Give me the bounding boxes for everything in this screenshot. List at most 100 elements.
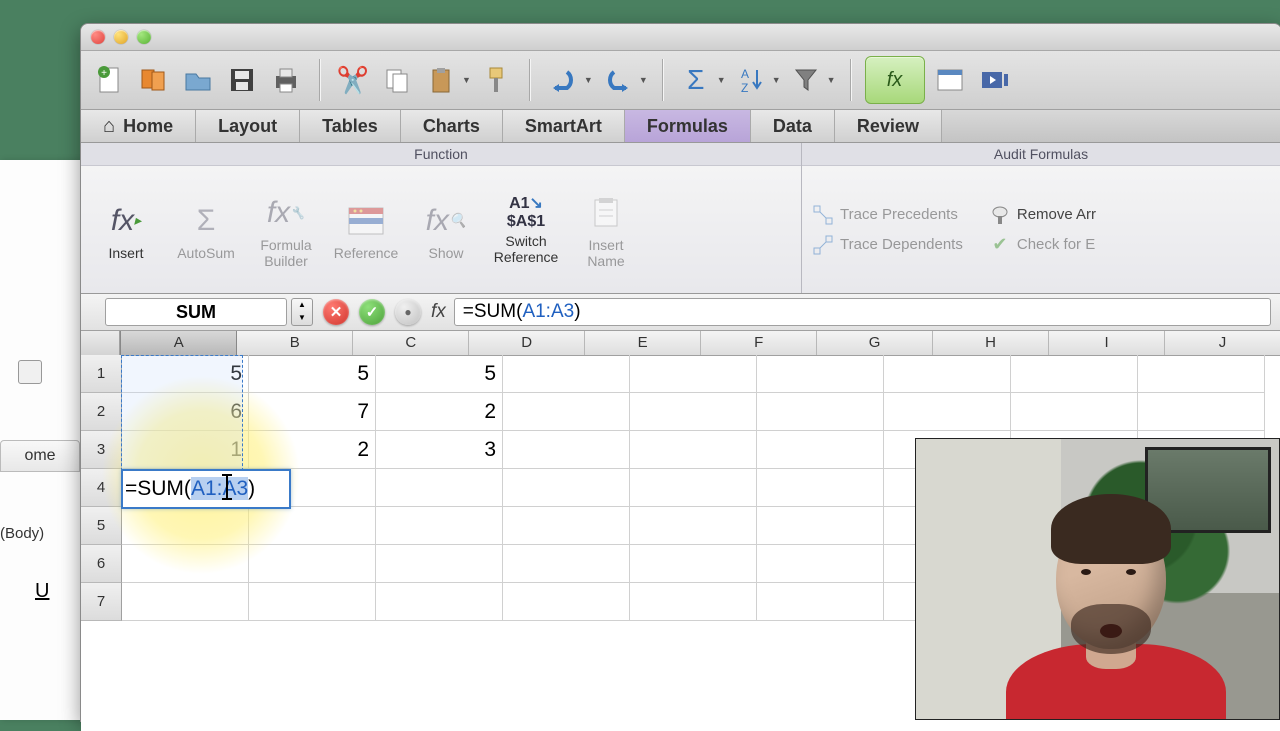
bg-font-body: (Body)	[0, 525, 44, 542]
show-toolbox-icon[interactable]	[931, 61, 969, 99]
row-3[interactable]: 3	[81, 431, 122, 469]
filter-icon[interactable]	[787, 61, 825, 99]
minimize-traffic-light[interactable]	[114, 30, 128, 44]
cell-C3[interactable]: 3	[376, 431, 503, 469]
autosum-label: AutoSum	[177, 245, 235, 261]
row-1[interactable]: 1	[81, 355, 122, 393]
check-errors-button[interactable]: ✔ Check for E	[989, 234, 1096, 256]
row-7[interactable]: 7	[81, 583, 122, 621]
switch-reference-button[interactable]: A1↘$A$1 Switch Reference	[491, 195, 561, 265]
ribbon-group-audit: Audit Formulas	[802, 143, 1280, 166]
new-doc-icon[interactable]: +	[91, 61, 129, 99]
name-box[interactable]: SUM	[105, 298, 287, 326]
tab-review[interactable]: Review	[835, 110, 942, 142]
row-4[interactable]: 4	[81, 469, 122, 507]
cell-E2[interactable]	[630, 393, 757, 431]
paste-icon[interactable]	[422, 61, 460, 99]
switch-label: Switch Reference	[494, 233, 559, 265]
cell-A2[interactable]: 6	[122, 393, 249, 431]
cell-F3[interactable]	[757, 431, 884, 469]
reference-button[interactable]: Reference	[331, 199, 401, 261]
row-5[interactable]: 5	[81, 507, 122, 545]
trace-precedents-button[interactable]: Trace Precedents	[812, 204, 963, 226]
editing-cell[interactable]: =SUM(A1:A3)	[121, 469, 291, 509]
col-J[interactable]: J	[1165, 331, 1280, 355]
tab-data[interactable]: Data	[751, 110, 835, 142]
insert-name-button[interactable]: Insert Name	[571, 191, 641, 269]
tab-home[interactable]: Home	[81, 110, 196, 142]
svg-text:A: A	[741, 67, 749, 81]
cell-D3[interactable]	[503, 431, 630, 469]
cell-C1[interactable]: 5	[376, 355, 503, 393]
cell-F4[interactable]	[757, 469, 884, 507]
tab-smartart[interactable]: SmartArt	[503, 110, 625, 142]
reference-label: Reference	[334, 245, 399, 261]
undo-icon[interactable]	[544, 61, 582, 99]
col-B[interactable]: B	[237, 331, 353, 355]
trace-dependents-button[interactable]: Trace Dependents	[812, 234, 963, 256]
toggle-formula-button[interactable]: ●	[395, 299, 421, 325]
quick-access-toolbar: + ✂️ ▼ ▼ ▼ Σ▼ AZ▼ ▼ fx	[81, 51, 1280, 110]
autosum-toolbar-icon[interactable]: Σ	[677, 61, 715, 99]
select-all-corner[interactable]	[81, 331, 120, 355]
media-icon[interactable]	[975, 61, 1013, 99]
col-A[interactable]: A	[120, 331, 237, 355]
cell-D4[interactable]	[503, 469, 630, 507]
cell-B2[interactable]: 7	[249, 393, 376, 431]
close-traffic-light[interactable]	[91, 30, 105, 44]
cell-A3[interactable]: 1	[122, 431, 249, 469]
redo-icon[interactable]	[599, 61, 637, 99]
remove-arrows-button[interactable]: Remove Arr	[989, 204, 1096, 226]
fx-toolbox-button[interactable]: fx	[865, 56, 925, 104]
cell-E1[interactable]	[630, 355, 757, 393]
cell-G2[interactable]	[884, 393, 1011, 431]
col-F[interactable]: F	[701, 331, 817, 355]
cell-G1[interactable]	[884, 355, 1011, 393]
cell-F2[interactable]	[757, 393, 884, 431]
copy-icon[interactable]	[378, 61, 416, 99]
col-C[interactable]: C	[353, 331, 469, 355]
row-2[interactable]: 2	[81, 393, 122, 431]
cell-C2[interactable]: 2	[376, 393, 503, 431]
cut-icon[interactable]: ✂️	[334, 61, 372, 99]
cell-H2[interactable]	[1011, 393, 1138, 431]
row-6[interactable]: 6	[81, 545, 122, 583]
print-icon[interactable]	[267, 61, 305, 99]
bg-underline: U	[35, 580, 49, 603]
cancel-formula-button[interactable]: ✕	[323, 299, 349, 325]
cell-D2[interactable]	[503, 393, 630, 431]
autosum-button[interactable]: Σ AutoSum	[171, 199, 241, 261]
tab-formulas[interactable]: Formulas	[625, 110, 751, 142]
tab-charts[interactable]: Charts	[401, 110, 503, 142]
formula-input[interactable]: =SUM(A1:A3)	[454, 298, 1271, 326]
templates-icon[interactable]	[135, 61, 173, 99]
cell-H1[interactable]	[1011, 355, 1138, 393]
cell-B1[interactable]: 5	[249, 355, 376, 393]
show-button[interactable]: fx🔍 Show	[411, 199, 481, 261]
cell-B3[interactable]: 2	[249, 431, 376, 469]
insert-function-button[interactable]: fx▸ Insert	[91, 199, 161, 261]
zoom-traffic-light[interactable]	[137, 30, 151, 44]
cell-E4[interactable]	[630, 469, 757, 507]
cell-D1[interactable]	[503, 355, 630, 393]
confirm-formula-button[interactable]: ✓	[359, 299, 385, 325]
col-D[interactable]: D	[469, 331, 585, 355]
cell-F1[interactable]	[757, 355, 884, 393]
cell-I2[interactable]	[1138, 393, 1265, 431]
formula-builder-button[interactable]: fx🔧 Formula Builder	[251, 191, 321, 269]
col-E[interactable]: E	[585, 331, 701, 355]
cell-I1[interactable]	[1138, 355, 1265, 393]
cell-C4[interactable]	[376, 469, 503, 507]
save-icon[interactable]	[223, 61, 261, 99]
col-G[interactable]: G	[817, 331, 933, 355]
col-H[interactable]: H	[933, 331, 1049, 355]
open-icon[interactable]	[179, 61, 217, 99]
cell-E3[interactable]	[630, 431, 757, 469]
format-painter-icon[interactable]	[477, 61, 515, 99]
sort-icon[interactable]: AZ	[732, 61, 770, 99]
tab-layout[interactable]: Layout	[196, 110, 300, 142]
col-I[interactable]: I	[1049, 331, 1165, 355]
tab-tables[interactable]: Tables	[300, 110, 401, 142]
cell-A1[interactable]: 5	[122, 355, 249, 393]
name-box-stepper[interactable]: ▲▼	[291, 298, 313, 326]
